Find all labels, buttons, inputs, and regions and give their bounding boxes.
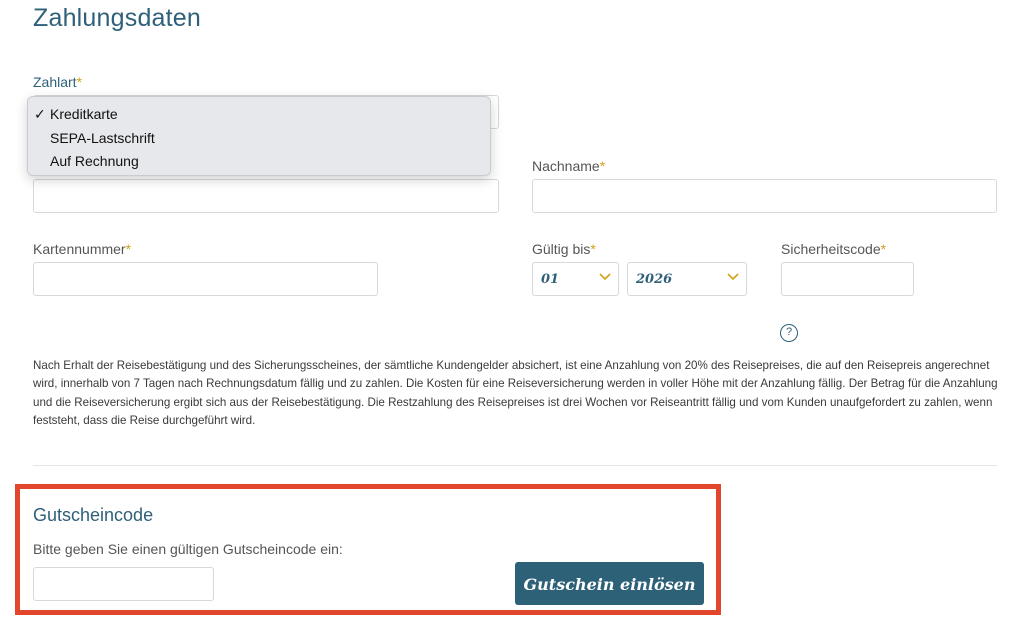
nachname-input[interactable] <box>532 179 997 213</box>
section-divider <box>33 465 997 466</box>
year-select[interactable]: 2026 <box>627 262 747 296</box>
year-value: 2026 <box>636 272 673 287</box>
required-mark: * <box>599 158 606 174</box>
required-mark: * <box>590 241 596 257</box>
nachname-label: Nachname* <box>532 158 605 174</box>
sicherheitscode-label: Sicherheitscode* <box>781 241 886 257</box>
voucher-title: Gutscheincode <box>33 505 154 525</box>
option-label: SEPA-Lastschrift <box>50 129 155 146</box>
sicherheitscode-input[interactable] <box>781 262 914 296</box>
dropdown-option-kreditkarte[interactable]: ✓ Kreditkarte <box>28 103 490 127</box>
month-select[interactable]: 01 <box>532 262 619 296</box>
option-label: Kreditkarte <box>50 106 118 122</box>
required-mark: * <box>880 241 887 257</box>
page-title: Zahlungsdaten <box>33 4 202 32</box>
kartennummer-label-text: Kartennummer <box>33 241 126 257</box>
kartennummer-input[interactable] <box>33 262 378 296</box>
kartennummer-label: Kartennummer* <box>33 241 131 257</box>
voucher-help-text: Bitte geben Sie einen gültigen Gutschein… <box>33 541 343 557</box>
vorname-input[interactable] <box>33 179 499 213</box>
help-icon[interactable]: ? <box>780 324 798 342</box>
gueltig-bis-label: Gültig bis* <box>532 241 596 257</box>
zahlart-label: Zahlart* <box>33 74 82 90</box>
voucher-code-input[interactable] <box>33 567 214 601</box>
payment-info-text: Nach Erhalt der Reisebestätigung und des… <box>33 359 998 427</box>
sicherheitscode-label-text: Sicherheitscode <box>781 241 881 257</box>
month-value: 01 <box>541 272 560 287</box>
option-label: Auf Rechnung <box>50 153 139 169</box>
nachname-label-text: Nachname <box>532 158 600 174</box>
required-mark: * <box>125 241 132 257</box>
chevron-down-icon <box>599 273 611 281</box>
zahlart-label-text: Zahlart <box>33 74 77 90</box>
dropdown-option-rechnung[interactable]: Auf Rechnung <box>28 150 490 174</box>
dropdown-option-sepa[interactable]: SEPA-Lastschrift <box>28 127 490 151</box>
gueltig-bis-label-text: Gültig bis <box>532 241 591 257</box>
redeem-voucher-button[interactable]: Gutschein einlösen <box>515 562 704 605</box>
zahlart-dropdown-menu: ✓ Kreditkarte SEPA-Lastschrift Auf Rechn… <box>27 96 491 176</box>
required-mark: * <box>76 74 83 90</box>
chevron-down-icon <box>727 273 739 281</box>
checkmark-icon: ✓ <box>34 106 46 122</box>
